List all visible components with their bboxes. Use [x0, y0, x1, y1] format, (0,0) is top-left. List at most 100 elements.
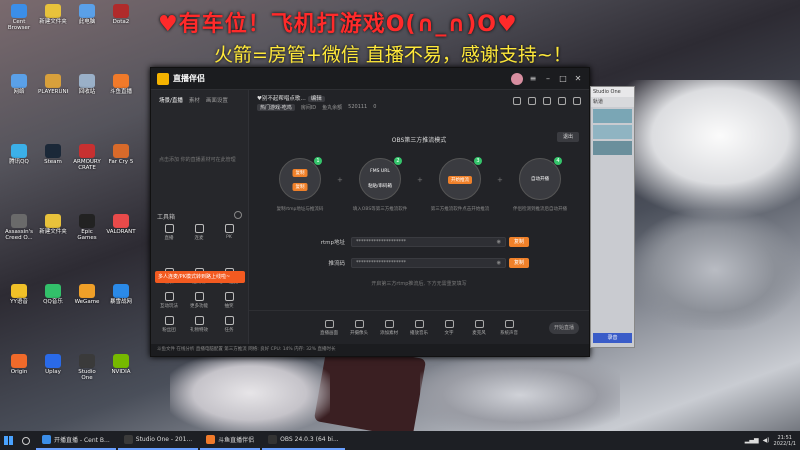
desktop-icon[interactable]: Origin: [4, 354, 34, 375]
desktop-icon-label: NVIDIA: [111, 369, 131, 375]
bottom-tool[interactable]: 开摄像头: [349, 319, 369, 336]
desktop-icon[interactable]: Studio One: [72, 354, 102, 381]
tool-item[interactable]: PK: [217, 224, 241, 240]
daw-record-button[interactable]: 录音: [593, 333, 632, 343]
desktop-icon[interactable]: 回收站: [72, 74, 102, 95]
daw-track[interactable]: [593, 125, 632, 139]
desktop-icon-label: 回收站: [78, 89, 96, 95]
tool-icon: [164, 316, 174, 325]
desktop-icon[interactable]: Far Cry 5: [106, 144, 136, 165]
desktop-icon[interactable]: WeGame: [72, 284, 102, 305]
maximize-icon[interactable]: □: [558, 74, 568, 84]
step-inner-label[interactable]: 开始推流: [448, 176, 472, 184]
room-category[interactable]: 热门游戏-吃鸡: [257, 104, 295, 111]
desktop-icon-label: 此电脑: [78, 19, 96, 25]
bottom-tool[interactable]: 播放音乐: [409, 319, 429, 336]
bottom-tool[interactable]: 添加素材: [379, 319, 399, 336]
desktop-icon[interactable]: 斗鱼直播: [106, 74, 136, 95]
menu-icon[interactable]: ≡: [528, 74, 538, 84]
quit-obs-mode-button[interactable]: 退出: [557, 132, 579, 142]
clock[interactable]: 21:51 2022/1/1: [774, 435, 796, 447]
network-icon[interactable]: ▂▄▆: [745, 437, 759, 444]
rtmp-field[interactable]: ******************** ◉: [351, 237, 506, 247]
gear-icon[interactable]: [234, 211, 242, 219]
tool-item[interactable]: 任务: [217, 316, 241, 333]
desktop-icon[interactable]: YY语音: [4, 284, 34, 305]
bottom-tool-icon: [474, 319, 484, 328]
volume-icon[interactable]: ◀): [763, 437, 770, 444]
step-inner-label: FMS URL: [370, 169, 390, 174]
start-live-button[interactable]: 开始直播: [549, 322, 579, 334]
desktop-icon-label: 网络: [13, 89, 25, 95]
chart-icon[interactable]: [558, 97, 566, 105]
desktop-icon[interactable]: NVIDIA: [106, 354, 136, 375]
desktop-icon[interactable]: 新建文件夹: [38, 214, 68, 235]
desktop-icon[interactable]: Epic Games: [72, 214, 102, 241]
close-icon[interactable]: ✕: [573, 74, 583, 84]
minimize-icon[interactable]: –: [543, 74, 553, 84]
daw-tab[interactable]: 轨道: [591, 97, 634, 107]
tool-label: 更多功能: [190, 304, 208, 309]
tool-label: 直播: [164, 236, 174, 241]
tool-item[interactable]: 连麦: [187, 224, 211, 241]
avatar[interactable]: [511, 72, 523, 85]
step-number: 4: [554, 157, 562, 165]
bottom-tool-icon: [444, 319, 454, 328]
tool-item[interactable]: 粉丝团: [157, 316, 181, 333]
desktop-icon[interactable]: 此电脑: [72, 4, 102, 25]
step-inner-label[interactable]: 复制: [292, 169, 308, 177]
daw-track[interactable]: [593, 141, 632, 155]
bag-icon[interactable]: [543, 97, 551, 105]
daw-track[interactable]: [593, 109, 632, 123]
bottom-tool[interactable]: 系统声音: [499, 319, 519, 336]
eye-icon[interactable]: ◉: [497, 259, 501, 267]
tool-item[interactable]: 互动玩法: [157, 292, 181, 309]
bottom-tool[interactable]: 麦克风: [469, 319, 489, 336]
bottom-tool[interactable]: 直播画面: [319, 319, 339, 336]
promo-banner[interactable]: 多人连麦/PK模式转到路上线啦~: [155, 271, 245, 283]
copy-rtmp-button[interactable]: 复制: [509, 237, 529, 247]
gift-icon[interactable]: [513, 97, 521, 105]
start-button[interactable]: [0, 431, 16, 450]
sidebar-tab-scene[interactable]: 场景/直播: [159, 96, 183, 104]
desktop-icon[interactable]: QQ音乐: [38, 284, 68, 305]
daw-window[interactable]: Studio One 轨道 录音: [590, 86, 635, 348]
tool-item[interactable]: 更多功能: [187, 292, 211, 309]
desktop-icon[interactable]: Steam: [38, 144, 68, 165]
desktop-icon-label: 新建文件夹: [39, 19, 67, 25]
taskbar-task[interactable]: 开播直播 - Cent B...: [36, 431, 116, 450]
bottom-tool[interactable]: 文字: [439, 319, 459, 336]
desktop-icon[interactable]: 网络: [4, 74, 34, 95]
sidebar-tab-material[interactable]: 素材: [189, 96, 200, 104]
desktop-icon[interactable]: Cent Browser: [4, 4, 34, 31]
share-icon[interactable]: [573, 97, 581, 105]
desktop-icon[interactable]: PLAYERUNKNOWN'S: [38, 74, 68, 95]
tool-item[interactable]: 抽奖: [217, 292, 241, 309]
copy-key-button[interactable]: 复制: [509, 258, 529, 268]
tool-item[interactable]: 礼物特效: [187, 316, 211, 333]
eye-icon[interactable]: ◉: [497, 238, 501, 246]
desktop-icon[interactable]: 新建文件夹: [38, 4, 68, 25]
desktop-icon[interactable]: ARMOURY CRATE: [72, 144, 102, 171]
taskbar-task[interactable]: Studio One - 201...: [117, 431, 199, 450]
tool-item[interactable]: 直播: [157, 224, 181, 241]
taskbar-task[interactable]: 斗鱼直播伴侣: [200, 431, 261, 450]
desktop-icon[interactable]: Uplay: [38, 354, 68, 375]
app-title: 直播伴侣: [173, 74, 205, 83]
desktop-icon[interactable]: Assassin's Creed O...: [4, 214, 34, 241]
bottom-tool-label: 文字: [444, 330, 454, 336]
step-inner-label[interactable]: 复制: [292, 183, 308, 191]
desktop-icon[interactable]: 腾讯QQ: [4, 144, 34, 165]
search-icon[interactable]: [22, 436, 30, 445]
stream-key-field[interactable]: ******************** ◉: [351, 258, 506, 268]
sidebar: 场景/直播 素材 画面设置 点击添加 你的直播素材可在此管理 工具箱 直播 连麦 P…: [151, 90, 249, 344]
bottom-tool-label: 直播画面: [320, 330, 338, 336]
calendar-icon[interactable]: [528, 97, 536, 105]
sidebar-tab-settings[interactable]: 画面设置: [206, 96, 228, 104]
desktop-icon[interactable]: VALORANT: [106, 214, 136, 235]
edit-room-button[interactable]: 编辑: [307, 96, 325, 102]
taskbar-task[interactable]: OBS 24.0.3 (64 bi...: [262, 431, 345, 450]
desktop-icon[interactable]: Dota2: [106, 4, 136, 25]
desktop-icon[interactable]: 暴雪战网: [106, 284, 136, 305]
obs-mode-title: OBS第三方推流模式: [391, 137, 447, 144]
